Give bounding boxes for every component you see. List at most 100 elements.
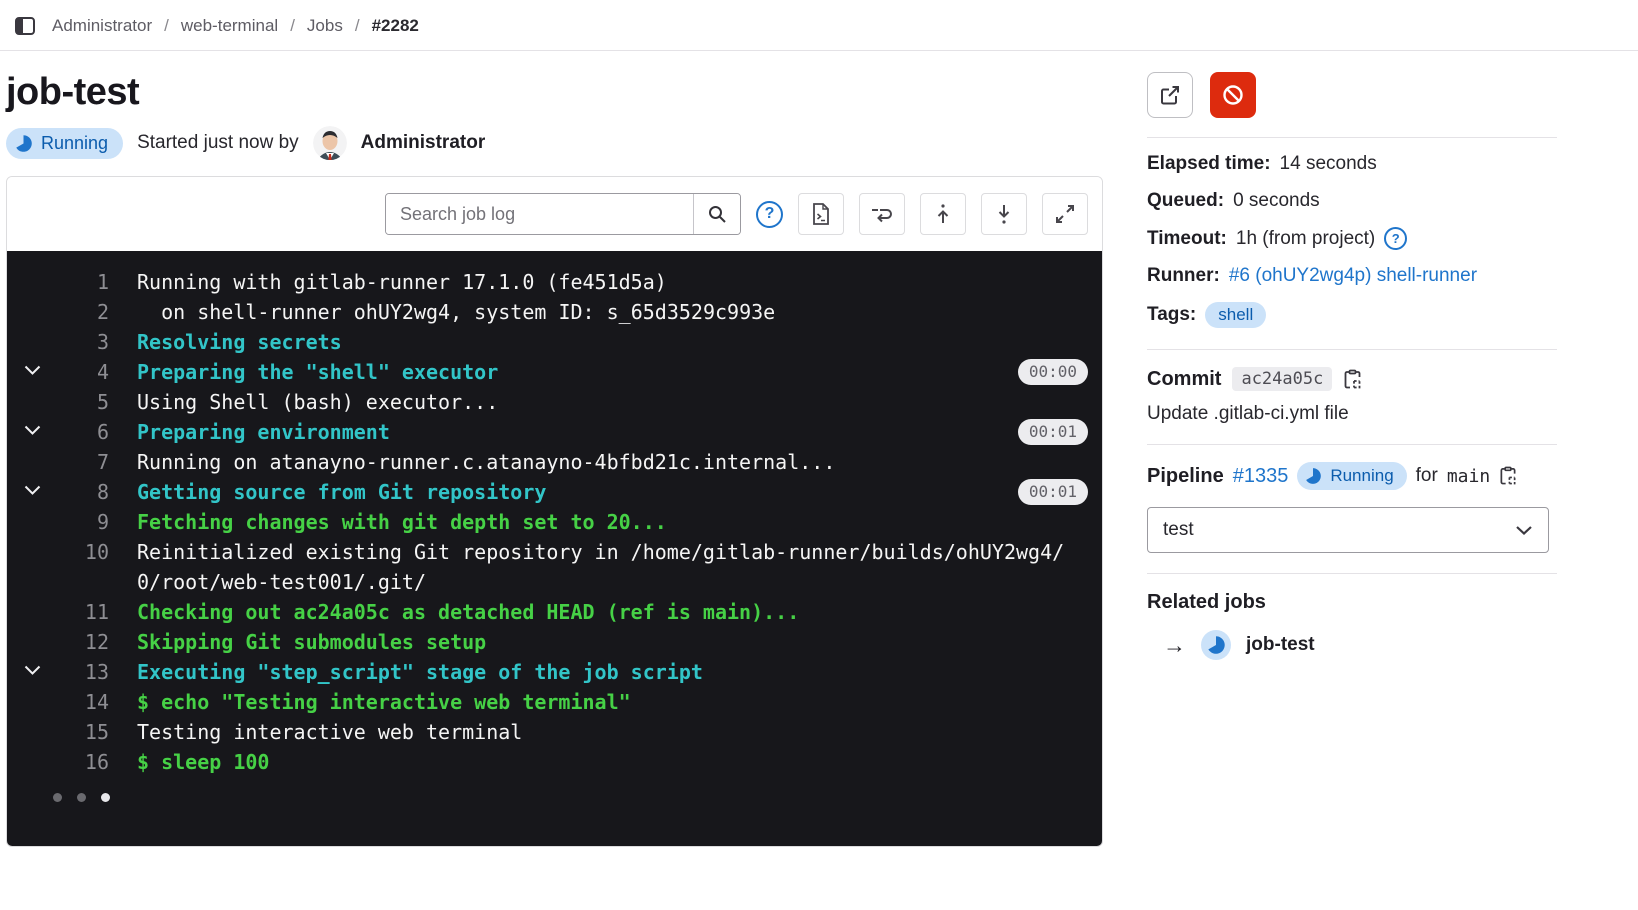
detail-label: Elapsed time: <box>1147 153 1271 175</box>
scroll-to-bottom-button[interactable] <box>981 193 1027 235</box>
job-sidebar: Elapsed time: 14 seconds Queued: 0 secon… <box>1147 51 1557 660</box>
detail-value: 0 seconds <box>1233 190 1320 212</box>
breadcrumb-separator: / <box>164 16 169 36</box>
log-line: 1 Running with gitlab-runner 17.1.0 (fe4… <box>7 267 1102 297</box>
detail-queued: Queued: 0 seconds <box>1147 190 1557 212</box>
fullscreen-icon <box>1054 203 1076 225</box>
log-line-number[interactable]: 9 <box>57 507 109 537</box>
stage-dropdown-value: test <box>1163 519 1194 541</box>
scroll-to-top-button[interactable] <box>920 193 966 235</box>
sidebar-toggle-icon[interactable] <box>12 13 38 39</box>
log-line: 5 Using Shell (bash) executor... <box>7 387 1102 417</box>
fullscreen-button[interactable] <box>1042 193 1088 235</box>
detail-label: Runner: <box>1147 265 1220 287</box>
log-loading-indicator <box>53 793 1102 802</box>
log-line-number[interactable]: 11 <box>57 597 109 627</box>
log-line: 11 Checking out ac24a05c as detached HEA… <box>7 597 1102 627</box>
log-line-text: Getting source from Git repository <box>137 477 1087 507</box>
log-line-text: Running with gitlab-runner 17.1.0 (fe451… <box>137 267 1087 297</box>
job-log-card: ? <box>6 176 1103 847</box>
copy-commit-sha-button[interactable] <box>1343 369 1362 390</box>
log-section-chevron-icon[interactable] <box>7 657 57 676</box>
detail-label: Queued: <box>1147 190 1224 212</box>
log-line-number[interactable]: 6 <box>57 417 109 447</box>
log-section-chevron-icon[interactable] <box>7 357 57 376</box>
commit-sha-link[interactable]: ac24a05c <box>1232 367 1332 391</box>
sidebar-divider <box>1147 137 1557 138</box>
cancel-job-button[interactable] <box>1210 72 1256 118</box>
log-line-number[interactable]: 12 <box>57 627 109 657</box>
detail-value: 14 seconds <box>1280 153 1377 175</box>
log-line-text: Executing "step_script" stage of the job… <box>137 657 1087 687</box>
pipeline-status-badge[interactable]: Running <box>1297 462 1406 490</box>
log-line-number[interactable]: 16 <box>57 747 109 777</box>
detail-value: 1h (from project) <box>1236 228 1375 250</box>
search-button[interactable] <box>693 194 740 234</box>
external-link-icon <box>1159 84 1181 106</box>
log-line-text: Resolving secrets <box>137 327 1087 357</box>
help-icon[interactable]: ? <box>756 201 783 228</box>
log-section-chevron-icon[interactable] <box>7 417 57 436</box>
search-input[interactable] <box>386 194 693 234</box>
log-line-number[interactable]: 4 <box>57 357 109 387</box>
stage-dropdown[interactable]: test <box>1147 507 1549 553</box>
job-log: 1 Running with gitlab-runner 17.1.0 (fe4… <box>7 251 1102 846</box>
scroll-to-top-icon <box>933 202 953 226</box>
breadcrumb-item-jobs[interactable]: Jobs <box>307 16 343 36</box>
log-line-number[interactable]: 10 <box>57 537 109 567</box>
runner-link[interactable]: #6 (ohUY2wg4p) shell-runner <box>1229 265 1477 287</box>
running-status-icon <box>1304 467 1322 485</box>
copy-ref-button[interactable] <box>1499 466 1517 486</box>
loading-dot <box>77 793 86 802</box>
log-line-text: Running on atanayno-runner.c.atanayno-4b… <box>137 447 1087 477</box>
related-job-name: job-test <box>1246 634 1315 656</box>
log-line-text: Using Shell (bash) executor... <box>137 387 1087 417</box>
raw-log-icon <box>810 202 832 226</box>
open-in-new-tab-button[interactable] <box>1147 72 1193 118</box>
avatar[interactable] <box>313 126 347 160</box>
log-line-text: $ echo "Testing interactive web terminal… <box>137 687 1087 717</box>
log-section-chevron-icon[interactable] <box>7 477 57 496</box>
log-line-number[interactable]: 13 <box>57 657 109 687</box>
job-log-toolbar: ? <box>7 177 1102 251</box>
breadcrumb-item-administrator[interactable]: Administrator <box>52 16 152 36</box>
log-line-number[interactable]: 2 <box>57 297 109 327</box>
cancel-icon <box>1220 82 1246 108</box>
breadcrumb-item-web-terminal[interactable]: web-terminal <box>181 16 278 36</box>
commit-row: Commit ac24a05c <box>1147 367 1557 391</box>
timeout-help-icon[interactable]: ? <box>1384 227 1407 250</box>
log-line-number[interactable]: 3 <box>57 327 109 357</box>
detail-timeout: Timeout: 1h (from project) ? <box>1147 227 1557 250</box>
commit-label: Commit <box>1147 368 1221 391</box>
scroll-to-bottom-icon <box>994 202 1014 226</box>
log-duration-badge: 00:00 <box>1018 359 1088 385</box>
detail-label: Timeout: <box>1147 228 1227 250</box>
log-line-text: Reinitialized existing Git repository in… <box>137 537 1087 597</box>
pipeline-ref: main <box>1447 466 1490 487</box>
log-line: 4 Preparing the "shell" executor 00:00 <box>7 357 1102 387</box>
log-line-text: Preparing environment <box>137 417 1087 447</box>
user-name-link[interactable]: Administrator <box>361 132 486 154</box>
pipeline-status-label: Running <box>1330 466 1393 486</box>
log-line-number[interactable]: 8 <box>57 477 109 507</box>
log-line-number[interactable]: 5 <box>57 387 109 417</box>
detail-tags: Tags: shell <box>1147 302 1557 328</box>
started-text: Started just now by <box>137 132 299 154</box>
log-line-number[interactable]: 15 <box>57 717 109 747</box>
raw-log-button[interactable] <box>798 193 844 235</box>
log-line-number[interactable]: 1 <box>57 267 109 297</box>
related-job-item[interactable]: → job-test <box>1163 630 1557 660</box>
log-line-number[interactable]: 7 <box>57 447 109 477</box>
search-group <box>385 193 741 235</box>
log-line-number[interactable]: 14 <box>57 687 109 717</box>
pipeline-label: Pipeline <box>1147 465 1224 488</box>
breadcrumb-separator: / <box>355 16 360 36</box>
tag-shell[interactable]: shell <box>1205 302 1266 328</box>
breadcrumb: Administrator / web-terminal / Jobs / #2… <box>0 0 1638 50</box>
status-badge[interactable]: Running <box>6 128 123 159</box>
log-line: 9 Fetching changes with git depth set to… <box>7 507 1102 537</box>
sidebar-divider <box>1147 573 1557 574</box>
pipeline-id-link[interactable]: #1335 <box>1233 465 1289 488</box>
wrap-lines-button[interactable] <box>859 193 905 235</box>
log-line-text: $ sleep 100 <box>137 747 1087 777</box>
